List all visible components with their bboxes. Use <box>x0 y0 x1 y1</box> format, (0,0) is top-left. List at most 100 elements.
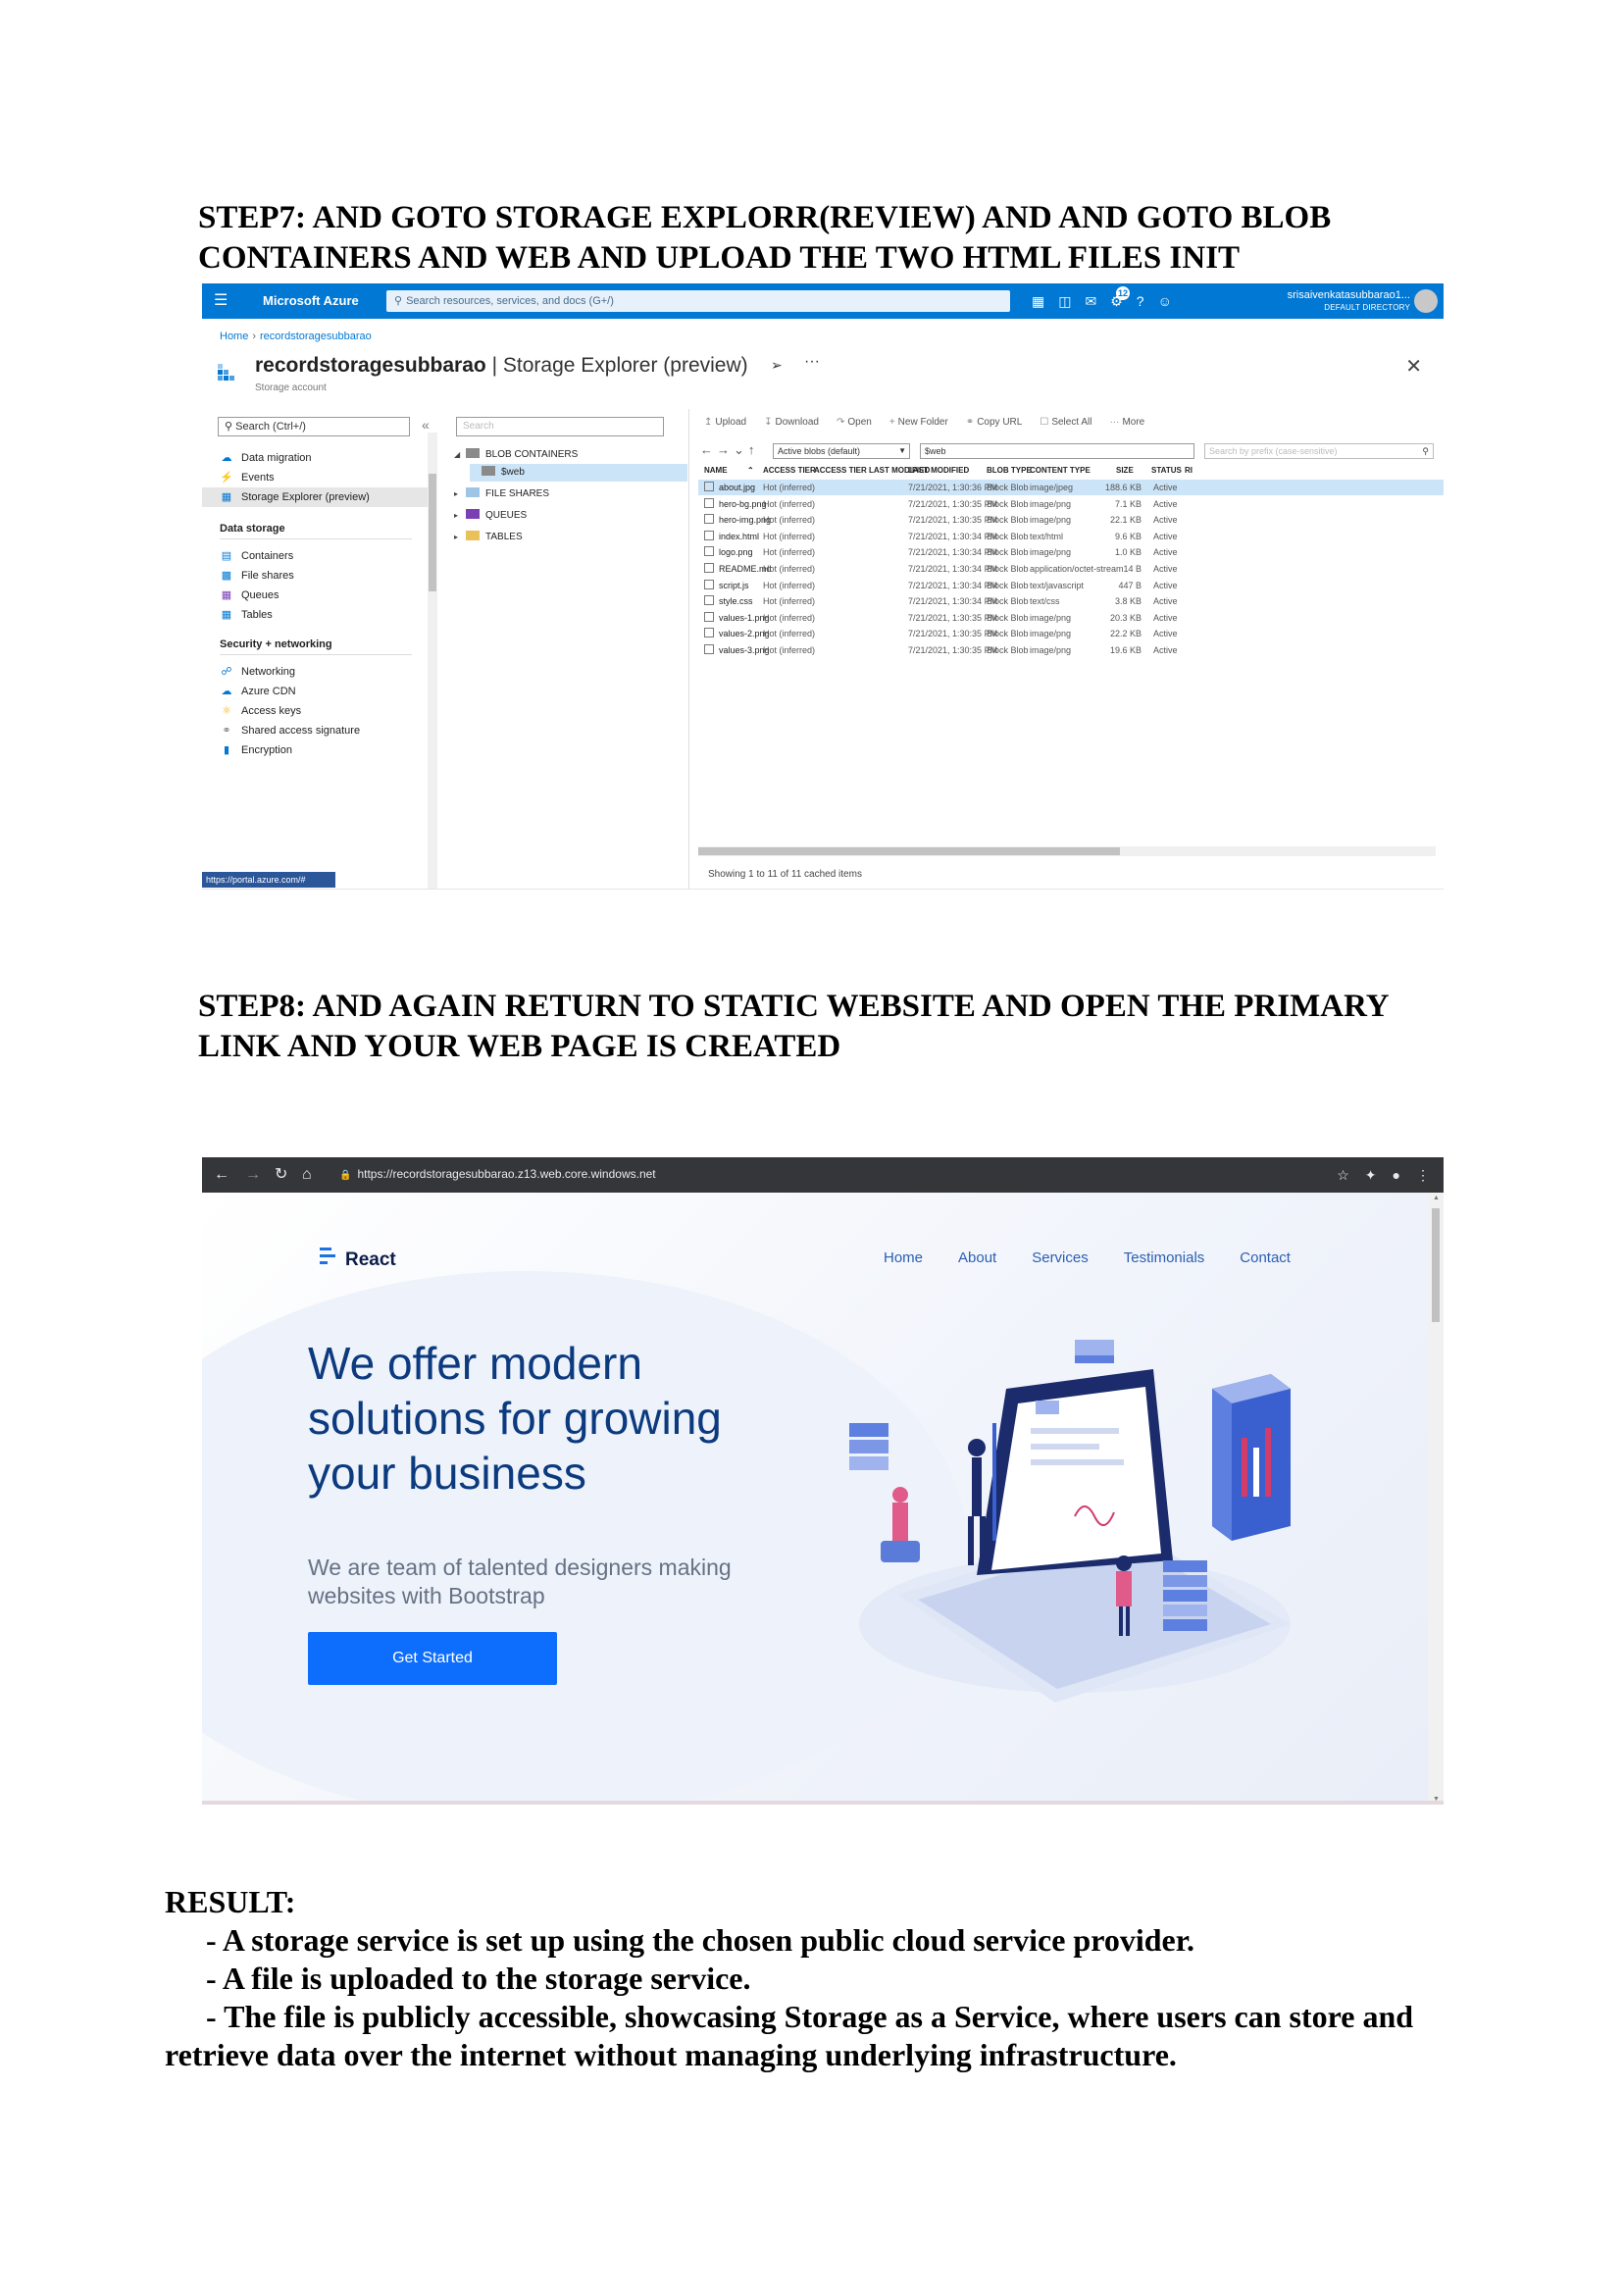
tree-node-blob-containers[interactable]: ◢ BLOB CONTAINERS <box>454 446 578 464</box>
menu-item-tables[interactable]: ▦ Tables <box>220 605 273 625</box>
home-icon[interactable]: ⌂ <box>302 1165 312 1185</box>
column-header-content-type[interactable]: CONTENT TYPE <box>1030 466 1091 475</box>
select-all-button[interactable]: ☐ Select All <box>1040 417 1091 428</box>
table-row[interactable]: script.js Hot (inferred) 7/21/2021, 1:30:3… <box>698 578 1444 593</box>
table-row[interactable]: hero-bg.png Hot (inferred) 7/21/2021, 1:30… <box>698 496 1444 512</box>
forward-arrow-icon[interactable]: → <box>245 1165 261 1185</box>
table-row[interactable]: README.md Hot (inferred) 7/21/2021, 1:30:3… <box>698 561 1444 577</box>
breadcrumb-account[interactable]: recordstoragesubbarao <box>260 331 372 342</box>
blob-filter-value: Active blobs (default) <box>778 446 861 456</box>
back-arrow-icon[interactable]: ← <box>214 1165 229 1185</box>
chevron-down-icon[interactable]: ⌄ <box>734 442 748 457</box>
menu-item-file-shares[interactable]: ▩ File shares <box>220 566 294 586</box>
azure-brand[interactable]: Microsoft Azure <box>263 293 359 308</box>
menu-item-label: Shared access signature <box>241 725 361 737</box>
back-arrow-icon[interactable]: ← <box>700 442 717 457</box>
blob-name: values-1.png <box>704 610 770 626</box>
tree-search-input[interactable]: Search <box>456 417 664 436</box>
menu-item-data-migration[interactable]: ☁ Data migration <box>220 448 312 468</box>
column-header-status[interactable]: STATUS <box>1151 466 1182 475</box>
result-point-3: - The file is publicly accessible, showc… <box>206 1999 1414 2034</box>
menu-search-input[interactable]: ⚲ Search (Ctrl+/) <box>218 417 410 436</box>
menu-item-storage-explorer[interactable]: ▦ Storage Explorer (preview) <box>202 487 428 507</box>
cloud-shell-icon[interactable]: ▦ <box>1032 290 1044 312</box>
menu-item-access-keys[interactable]: ⚛ Access keys <box>220 701 301 721</box>
nav-home[interactable]: Home <box>884 1249 923 1266</box>
column-header-size[interactable]: SIZE <box>1116 466 1134 475</box>
nav-testimonials[interactable]: Testimonials <box>1124 1249 1205 1266</box>
download-button[interactable]: ↧ Download <box>764 417 819 428</box>
nav-services[interactable]: Services <box>1032 1249 1089 1266</box>
column-header-name[interactable]: NAME <box>704 466 728 475</box>
path-input[interactable]: $web <box>920 443 1194 459</box>
menu-item-shared-access-signature[interactable]: ⚭ Shared access signature <box>220 721 360 740</box>
upload-button[interactable]: ↥ Upload <box>704 417 746 428</box>
table-row[interactable]: values-3.png Hot (inferred) 7/21/2021, 1:3… <box>698 642 1444 658</box>
forward-arrow-icon[interactable]: → <box>717 442 734 457</box>
profile-avatar-icon[interactable]: ● <box>1393 1165 1400 1185</box>
browser-menu-icon[interactable]: ⋮ <box>1416 1165 1430 1185</box>
collapse-menu-icon[interactable]: « <box>422 417 430 433</box>
column-header-blob-type[interactable]: BLOB TYPE <box>987 466 1032 475</box>
more-button[interactable]: ··· More <box>1109 417 1144 428</box>
blob-filter-select[interactable]: Active blobs (default) ▼ <box>773 443 910 459</box>
logo-bars-icon <box>320 1248 335 1264</box>
more-options-icon[interactable]: ··· <box>804 353 820 371</box>
feedback-icon[interactable]: ☺ <box>1158 290 1172 312</box>
table-row[interactable]: logo.png Hot (inferred) 7/21/2021, 1:30:34… <box>698 544 1444 560</box>
tree-node-tables[interactable]: ▸ TABLES <box>454 529 523 546</box>
reload-icon[interactable]: ↻ <box>275 1165 287 1185</box>
menu-item-networking[interactable]: ☍ Networking <box>220 662 295 682</box>
table-row[interactable]: hero-img.png Hot (inferred) 7/21/2021, 1:3… <box>698 512 1444 528</box>
address-bar[interactable]: 🔒 https://recordstoragesubbarao.z13.web.c… <box>339 1167 656 1181</box>
menu-item-encryption[interactable]: ▮ Encryption <box>220 740 292 760</box>
menu-item-queues[interactable]: ▦ Queues <box>220 586 279 605</box>
hamburger-menu-icon[interactable]: ☰ <box>214 292 231 310</box>
nav-contact[interactable]: Contact <box>1240 1249 1291 1266</box>
up-arrow-icon[interactable]: ↑ <box>748 442 759 457</box>
directory-filter-icon[interactable]: ◫ <box>1058 290 1071 312</box>
table-row[interactable]: index.html Hot (inferred) 7/21/2021, 1:30:… <box>698 529 1444 544</box>
pin-icon[interactable]: ➢ <box>771 357 783 374</box>
tree-node-web[interactable]: $web <box>470 464 687 482</box>
close-icon[interactable]: ✕ <box>1405 354 1422 379</box>
tree-node-file-shares[interactable]: ▸ FILE SHARES <box>454 485 549 503</box>
blob-size: 1.0 KB <box>1102 544 1142 560</box>
avatar[interactable] <box>1414 289 1438 313</box>
account-info[interactable]: srisaivenkatasubbarao1... DEFAULT DIRECT… <box>1288 288 1410 314</box>
table-row[interactable]: style.css Hot (inferred) 7/21/2021, 1:30:3… <box>698 593 1444 609</box>
global-search-input[interactable]: ⚲ Search resources, services, and docs (G… <box>386 290 1010 312</box>
scroll-up-icon[interactable]: ▲ <box>1433 1195 1440 1201</box>
menu-item-azure-cdn[interactable]: ☁ Azure CDN <box>220 682 296 701</box>
bookmark-star-icon[interactable]: ☆ <box>1337 1165 1349 1185</box>
horizontal-scrollbar-thumb[interactable] <box>698 847 1120 855</box>
site-logo[interactable]: React <box>320 1246 396 1271</box>
select-all-icon: ☐ <box>1040 417 1049 428</box>
menu-scrollbar[interactable] <box>428 433 437 889</box>
table-row[interactable]: values-1.png Hot (inferred) 7/21/2021, 1:3… <box>698 610 1444 626</box>
breadcrumb-home[interactable]: Home <box>220 331 248 342</box>
notifications-icon[interactable]: ✉ <box>1085 290 1096 312</box>
new-folder-button[interactable]: + New Folder <box>889 417 948 428</box>
horizontal-scrollbar[interactable] <box>698 846 1436 856</box>
page-scrollbar-thumb[interactable] <box>1432 1208 1440 1322</box>
page-scrollbar[interactable]: ▲ ▼ <box>1428 1193 1444 1805</box>
sort-up-icon: ⌃ <box>747 466 754 475</box>
menu-item-containers[interactable]: ▤ Containers <box>220 546 293 566</box>
menu-item-events[interactable]: ⚡ Events <box>220 468 275 487</box>
column-header-access-tier[interactable]: ACCESS TIER <box>763 466 816 475</box>
column-header-last-modified[interactable]: LAST MODIFIED <box>908 466 969 475</box>
storage-account-icon <box>218 364 234 381</box>
prefix-search-input[interactable]: Search by prefix (case-sensitive) ⚲ <box>1204 443 1434 459</box>
column-header-extra[interactable]: RI <box>1185 466 1193 475</box>
copy-url-button[interactable]: ⚭ Copy URL <box>966 417 1023 428</box>
get-started-button[interactable]: Get Started <box>308 1632 557 1685</box>
nav-about[interactable]: About <box>958 1249 996 1266</box>
table-row[interactable]: values-2.png Hot (inferred) 7/21/2021, 1:3… <box>698 626 1444 641</box>
menu-scrollbar-thumb[interactable] <box>429 474 436 591</box>
tree-node-queues[interactable]: ▸ QUEUES <box>454 507 527 525</box>
extensions-puzzle-icon[interactable]: ✦ <box>1365 1165 1377 1185</box>
help-icon[interactable]: ? <box>1137 290 1144 312</box>
table-row[interactable]: about.jpg Hot (inferred) 7/21/2021, 1:30:3… <box>698 480 1444 495</box>
open-button[interactable]: ↷ Open <box>837 417 872 428</box>
